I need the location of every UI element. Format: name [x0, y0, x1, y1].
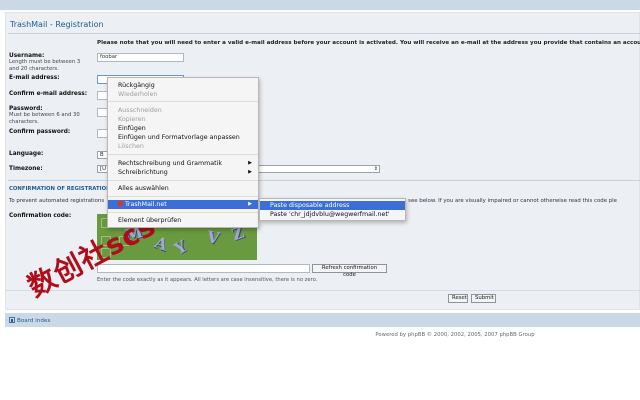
captcha-glyph: Y — [171, 236, 191, 259]
menu-item-spelling-label: Rechtschreibung und Grammatik — [118, 160, 222, 167]
menu-item-writing-direction[interactable]: Schreibrichtung ▶ — [108, 168, 258, 177]
confirmation-intro-right: d see below. If you are visually impaire… — [403, 198, 617, 204]
menu-item-paste-match[interactable]: Einfügen und Formatvorlage anpassen — [108, 133, 258, 142]
chevron-right-icon: ▶ — [248, 201, 252, 207]
email-label: E-mail address: — [9, 75, 60, 81]
menu-separator — [108, 180, 258, 181]
menu-item-copy[interactable]: Kopieren — [108, 115, 258, 124]
menu-item-trashmail-label: TrashMail.net — [125, 201, 167, 208]
menu-item-redo[interactable]: Wiederholen — [108, 90, 258, 99]
menu-item-spelling[interactable]: Rechtschreibung und Grammatik ▶ — [108, 159, 258, 168]
board-index-link[interactable]: Board index — [9, 317, 51, 324]
board-index-label: Board index — [17, 318, 51, 324]
menu-item-writing-direction-label: Schreibrichtung — [118, 169, 168, 176]
confirm-email-label: Confirm e-mail address: — [9, 91, 88, 97]
confirmation-intro-left: To prevent automated registrations — [9, 198, 105, 204]
confirmation-code-label: Confirmation code: — [9, 213, 72, 219]
menu-separator — [108, 154, 258, 155]
top-bar — [0, 0, 640, 10]
menu-item-undo[interactable]: Rückgängig — [108, 81, 258, 90]
section-divider — [8, 180, 640, 181]
menu-item-delete[interactable]: Löschen — [108, 142, 258, 151]
menu-separator — [108, 212, 258, 213]
refresh-code-button[interactable]: Refresh confirmation code — [312, 264, 387, 278]
trashmail-icon — [118, 201, 123, 206]
submenu-item-paste-address[interactable]: Paste 'chr_jdjdvblu@wegwerfmail.net' — [260, 210, 405, 219]
username-hint: Length must be between 3 and 20 characte… — [9, 59, 81, 72]
activation-notice: Please note that you will need to enter … — [97, 40, 640, 46]
password-hint: Must be between 6 and 30 characters. — [9, 112, 80, 125]
page-title: TrashMail - Registration — [10, 20, 104, 29]
language-label: Language: — [9, 151, 44, 157]
menu-separator — [108, 101, 258, 102]
menu-item-paste[interactable]: Einfügen — [108, 124, 258, 133]
timezone-value: [U — [100, 166, 106, 172]
confirmation-code-input[interactable] — [97, 264, 310, 273]
timezone-label: Timezone: — [9, 166, 43, 172]
home-icon — [9, 317, 15, 323]
captcha-glyph: V — [205, 227, 221, 248]
submenu-item-paste-disposable[interactable]: Paste disposable address — [260, 201, 405, 210]
menu-separator — [108, 196, 258, 197]
chevron-right-icon: ▶ — [248, 169, 252, 175]
submit-button[interactable]: Submit — [471, 294, 496, 303]
menu-item-inspect[interactable]: Element überprüfen — [108, 216, 258, 225]
footer-bar — [5, 313, 640, 327]
powered-by: Powered by phpBB © 2000, 2002, 2005, 200… — [375, 332, 535, 338]
chevron-down-icon: ⇕ — [373, 166, 378, 172]
menu-item-trashmail[interactable]: TrashMail.net ▶ — [108, 200, 258, 209]
menu-item-select-all[interactable]: Alles auswählen — [108, 184, 258, 193]
username-input[interactable]: foobar — [97, 53, 184, 62]
actions-divider — [5, 290, 640, 291]
trashmail-submenu: Paste disposable address Paste 'chr_jdjd… — [259, 198, 406, 221]
menu-item-cut[interactable]: Ausschneiden — [108, 106, 258, 115]
title-divider — [8, 33, 640, 34]
context-menu: Rückgängig Wiederholen Ausschneiden Kopi… — [107, 77, 259, 228]
confirmation-heading: CONFIRMATION OF REGISTRATION — [9, 186, 111, 192]
reset-button[interactable]: Reset — [448, 294, 468, 303]
confirm-password-label: Confirm password: — [9, 129, 71, 135]
confirmation-hint: Enter the code exactly as it appears. Al… — [97, 277, 318, 283]
language-value: B — [100, 152, 104, 158]
chevron-right-icon: ▶ — [248, 160, 252, 166]
